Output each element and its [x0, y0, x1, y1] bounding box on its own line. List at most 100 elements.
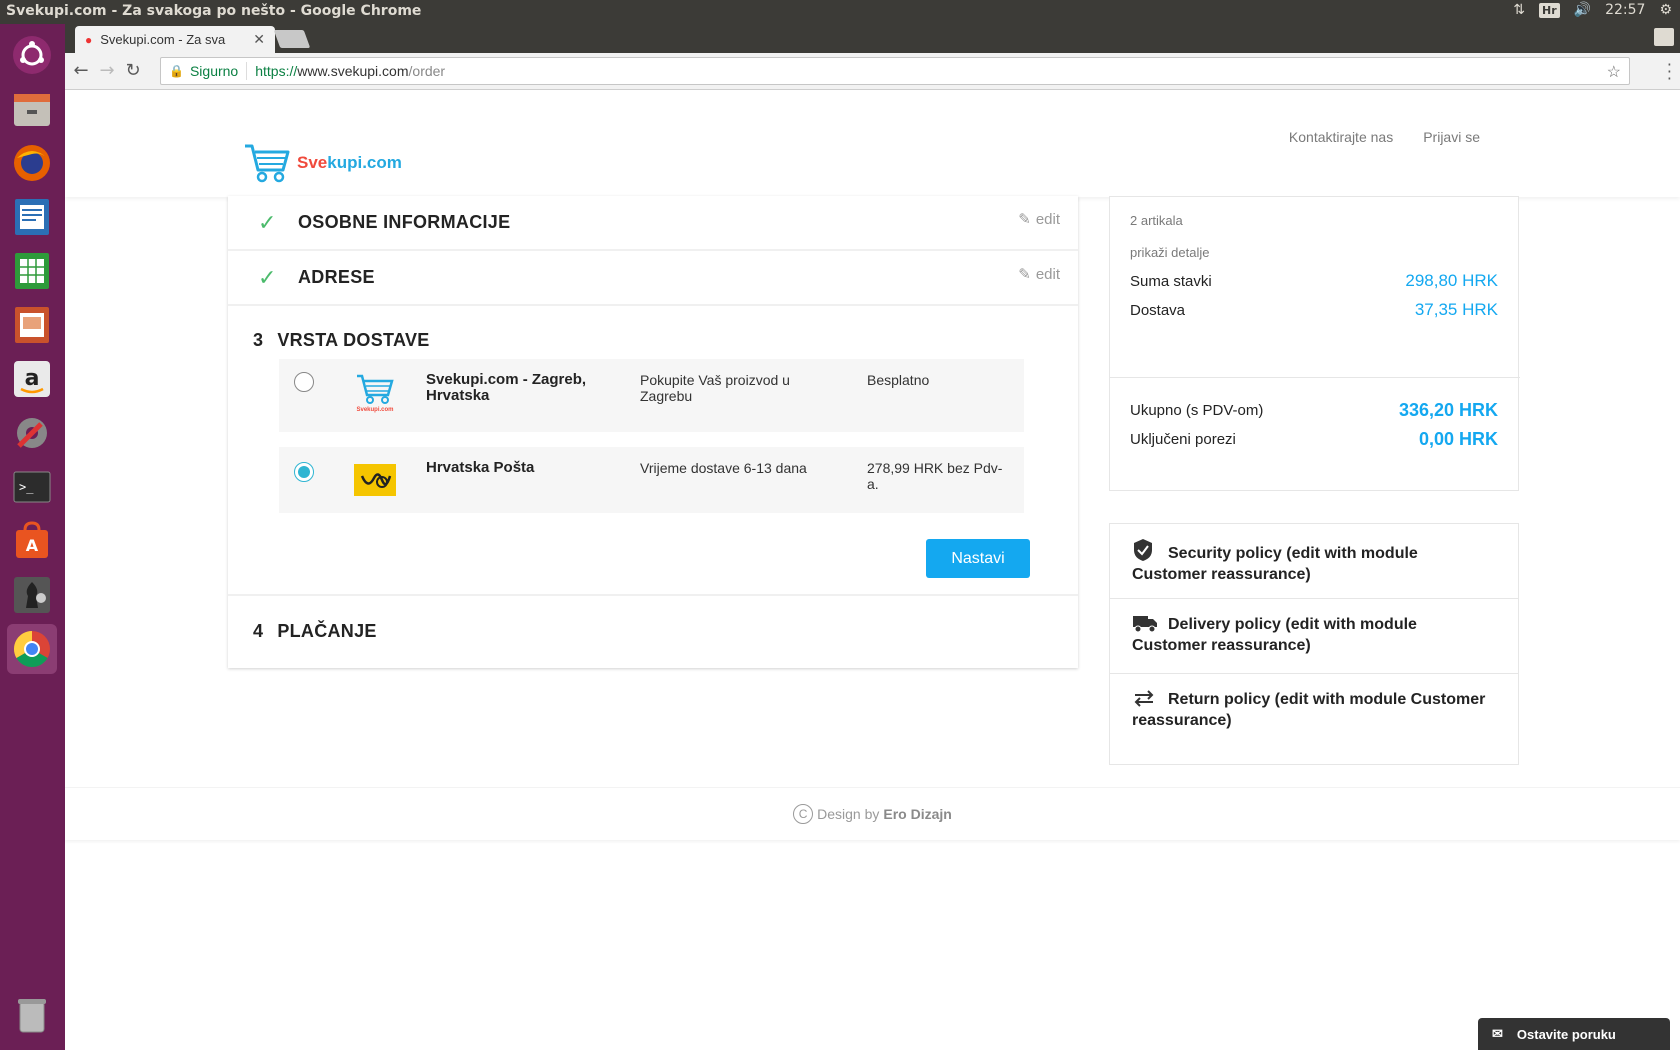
checkmark-icon: ✓: [258, 264, 277, 290]
terminal-icon[interactable]: >_: [7, 462, 57, 512]
show-details-link[interactable]: prikaži detalje: [1130, 245, 1210, 260]
clock[interactable]: 22:57: [1605, 2, 1645, 18]
url-path: /order: [408, 63, 446, 79]
system-tray: ⇅ Hr 🔊 22:57 ⚙: [1513, 2, 1672, 18]
address-bar[interactable]: 🔒 Sigurno https://www.svekupi.com/order …: [160, 57, 1630, 85]
shield-icon: [1132, 538, 1158, 561]
step-personal-info: ✓ OSOBNE INFORMACIJE ✎ edit: [228, 196, 1078, 251]
step-payment: 4 PLAČANJE: [228, 596, 1078, 666]
svg-text:>_: >_: [19, 480, 34, 494]
delivery-policy: Delivery policy (edit with module Custom…: [1110, 599, 1518, 674]
step-title: VRSTA DOSTAVE: [277, 330, 430, 350]
tab-close-icon[interactable]: ✕: [253, 31, 265, 48]
reassurance-text: Delivery policy (edit with module Custom…: [1132, 616, 1417, 654]
carrier-delay: Vrijeme dostave 6-13 dana: [640, 460, 807, 476]
files-icon[interactable]: [7, 84, 57, 134]
profile-icon[interactable]: [1654, 28, 1674, 46]
sign-in-link[interactable]: Prijavi se: [1423, 129, 1480, 145]
carrier-option[interactable]: Svekupi.com Svekupi.com - Zagreb, Hrvats…: [279, 359, 1024, 432]
step-number: 4: [253, 620, 264, 641]
carrier-logo-text: Svekupi.com: [356, 407, 393, 413]
power-gear-icon[interactable]: ⚙: [1659, 2, 1672, 18]
brand-part-1: Sve: [297, 153, 328, 172]
network-icon[interactable]: ⇅: [1513, 2, 1525, 18]
browser-tab-strip: ● Svekupi.com - Za sva ✕: [65, 24, 1680, 53]
tax-value: 0,00 HRK: [1418, 429, 1498, 449]
browser-tab[interactable]: ● Svekupi.com - Za sva ✕: [75, 26, 275, 53]
subtotal-row: Suma stavki 298,80 HRK: [1130, 271, 1498, 291]
calc-icon[interactable]: [7, 246, 57, 296]
contact-link[interactable]: Kontaktirajte nas: [1289, 129, 1393, 145]
secure-indicator[interactable]: 🔒 Sigurno: [161, 62, 248, 80]
edit-addresses-link[interactable]: ✎ edit: [1018, 265, 1060, 284]
system-settings-icon[interactable]: [7, 408, 57, 458]
impress-icon[interactable]: [7, 300, 57, 350]
carrier-price: Besplatno: [867, 372, 930, 388]
keyboard-layout-indicator[interactable]: Hr: [1539, 2, 1560, 18]
reload-icon[interactable]: ↻: [123, 61, 143, 81]
step-title: OSOBNE INFORMACIJE: [298, 212, 511, 232]
copyright-icon: C: [793, 804, 814, 824]
volume-icon[interactable]: 🔊: [1574, 2, 1591, 18]
shipping-label: Dostava: [1130, 301, 1186, 319]
return-policy: Return policy (edit with module Customer…: [1110, 674, 1518, 749]
new-tab-button[interactable]: [273, 30, 311, 48]
edit-label: edit: [1035, 265, 1060, 283]
subtotal-value: 298,80 HRK: [1405, 271, 1498, 290]
carrier-delay: Pokupite Vaš proizvod u Zagrebu: [640, 372, 790, 404]
checkout-steps: ✓ OSOBNE INFORMACIJE ✎ edit ✓ ADRESE ✎ edi…: [228, 196, 1078, 668]
chess-icon[interactable]: [7, 570, 57, 620]
total-row: Ukupno (s PDV-om) 336,20 HRK: [1130, 400, 1498, 421]
brand-part-2: kupi.com: [327, 153, 402, 172]
carrier-option[interactable]: Hrvatska Pošta Vrijeme dostave 6-13 dana…: [279, 447, 1024, 513]
total-label: Ukupno (s PDV-om): [1130, 402, 1264, 419]
site-footer: C Design by Ero Dizajn: [65, 788, 1680, 840]
edit-personal-info-link[interactable]: ✎ edit: [1018, 210, 1060, 229]
carrier-name: Hrvatska Pošta: [426, 459, 535, 476]
svg-text:A: A: [26, 536, 39, 555]
brand-name: Svekupi.com: [297, 153, 402, 173]
browser-menu-icon[interactable]: · · ·: [1667, 57, 1672, 87]
carrier-price: 278,99 HRK bez Pdv-a.: [867, 460, 1003, 492]
continue-button[interactable]: Nastavi: [926, 539, 1030, 578]
carrier-radio-selected[interactable]: [294, 462, 314, 482]
chat-widget[interactable]: ✉ Ostavite poruku: [1478, 1018, 1670, 1050]
secure-label: Sigurno: [189, 63, 239, 79]
envelope-icon: ✉: [1492, 1026, 1503, 1041]
designer-link[interactable]: Ero Dizajn: [883, 806, 951, 822]
lock-icon: 🔒: [169, 64, 184, 78]
writer-icon[interactable]: [7, 192, 57, 242]
forward-icon[interactable]: →: [97, 61, 117, 81]
site-logo[interactable]: Svekupi.com: [243, 142, 402, 184]
step-addresses: ✓ ADRESE ✎ edit: [228, 251, 1078, 306]
summary-divider: [1110, 377, 1520, 378]
cart-summary: 2 artikala prikaži detalje Suma stavki 2…: [1109, 196, 1520, 491]
design-by-label: Design by: [817, 806, 880, 822]
tax-row: Uključeni porezi 0,00 HRK: [1130, 429, 1498, 450]
carrier-radio[interactable]: [294, 372, 314, 392]
amazon-icon[interactable]: a: [7, 354, 57, 404]
step-title: ADRESE: [298, 267, 375, 287]
reassurance-text: Return policy (edit with module Customer…: [1132, 691, 1486, 729]
firefox-icon[interactable]: [7, 138, 57, 188]
total-value: 336,20 HRK: [1398, 400, 1498, 420]
browser-toolbar: ← → ↻ 🔒 Sigurno https://www.svekupi.com/…: [65, 53, 1680, 90]
checkmark-icon: ✓: [258, 209, 277, 235]
bookmark-star-icon[interactable]: ☆: [1607, 62, 1621, 82]
back-icon[interactable]: ←: [71, 61, 91, 81]
shipping-row: Dostava 37,35 HRK: [1130, 300, 1498, 320]
tab-title: Svekupi.com - Za sva: [100, 32, 226, 47]
chrome-icon[interactable]: [7, 624, 57, 674]
window-title: Svekupi.com - Za svakoga po nešto - Goog…: [6, 3, 422, 19]
cart-logo-icon: [245, 144, 290, 183]
software-center-icon[interactable]: A: [7, 516, 57, 566]
url-host: www.svekupi.com: [297, 63, 409, 79]
pencil-icon: ✎: [1018, 266, 1031, 283]
launcher: a >_ A: [0, 24, 65, 1050]
url-text[interactable]: https://www.svekupi.com/order: [247, 63, 445, 79]
carrier-name: Svekupi.com - Zagreb, Hrvatska: [426, 371, 587, 404]
trash-icon[interactable]: [7, 990, 57, 1040]
ubuntu-dash-icon[interactable]: [7, 30, 57, 80]
truck-icon: [1132, 613, 1158, 633]
step-shipping-method: 3 VRSTA DOSTAVE Svekupi.com Svekupi.com …: [228, 306, 1078, 596]
